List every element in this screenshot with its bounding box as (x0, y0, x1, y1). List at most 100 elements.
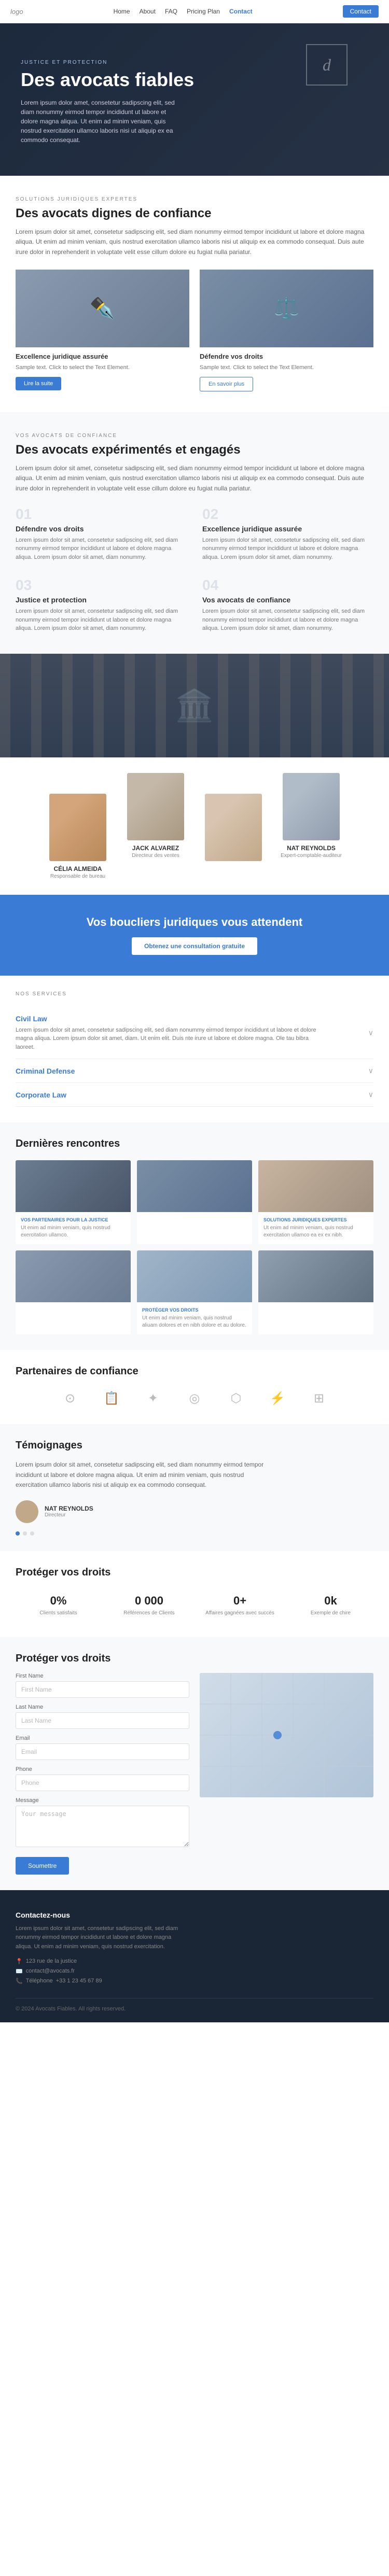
chevron-down-icon-3: ∨ (368, 1090, 373, 1099)
solution-image-1: ✒️ (16, 270, 189, 347)
solution-card-2-btn[interactable]: En savoir plus (200, 377, 253, 391)
services-section: NOS SERVICES Civil Law Lorem ipsum dolor… (0, 976, 389, 1123)
dot-2[interactable] (23, 1531, 27, 1536)
footer-phone-label: Téléphone (26, 1978, 53, 1984)
lawyer-item-title-1: Défendre vos droits (16, 525, 187, 533)
email-input[interactable] (16, 1743, 189, 1760)
testimonial-name: NAT REYNOLDS (45, 1505, 93, 1512)
news-card-3[interactable]: Solutions juridiques expertes Ut enim ad… (258, 1160, 373, 1244)
chevron-down-icon-2: ∨ (368, 1066, 373, 1075)
hero-logo-mark: d (306, 44, 348, 86)
partner-logo-7: ⊞ (303, 1388, 335, 1409)
stat-item-1: 0% Clients satisfaits (16, 1589, 101, 1622)
footer-grid: Contactez-nous Lorem ipsum dolor sit ame… (16, 1911, 373, 1988)
lawyer-item-1: 01 Défendre vos droits Lorem ipsum dolor… (16, 506, 187, 562)
message-input[interactable] (16, 1806, 189, 1847)
team-member-3 (195, 794, 272, 865)
lawyer-item-title-2: Excellence juridique assurée (202, 525, 373, 533)
team-bg-image: 🏛️ (0, 654, 389, 757)
team-member-1: CÉLIA ALMEIDA Responsable de bureau (39, 794, 117, 879)
stat-label-2: Références de Clients (112, 1610, 187, 1616)
footer-col-2 (195, 1911, 276, 1988)
footer-bottom: © 2024 Avocats Fiables. All rights reser… (16, 1998, 373, 2012)
footer-contact-phone: 📞 Téléphone +33 1 23 45 67 89 (16, 1978, 179, 1984)
partner-logo-5: ⬡ (220, 1388, 252, 1409)
lawyer-num-3: 03 (16, 577, 187, 594)
lawyer-item-3: 03 Justice et protection Lorem ipsum dol… (16, 577, 187, 633)
solutions-section: SOLUTIONS JURIDIQUES EXPERTES Des avocat… (0, 176, 389, 412)
testimonial-info: NAT REYNOLDS Directeur (45, 1505, 93, 1518)
first-name-input[interactable] (16, 1681, 189, 1698)
nav-home[interactable]: Home (114, 8, 130, 15)
partner-logo-3: ✦ (137, 1388, 169, 1409)
news-image-6 (258, 1250, 373, 1302)
news-grid: Vos partenaires pour la justice Ut enim … (16, 1160, 373, 1334)
team-member-4: NAT REYNOLDS Expert-comptable-auditeur (272, 773, 350, 858)
dot-3[interactable] (30, 1531, 34, 1536)
testimonial-dots (16, 1531, 373, 1536)
stat-item-4: 0k Exemple de chire (288, 1589, 373, 1622)
service-item-3[interactable]: Corporate Law ∨ (16, 1083, 373, 1107)
member-name-4: NAT REYNOLDS (272, 844, 350, 852)
news-card-2[interactable] (137, 1160, 252, 1244)
testimonial-text: Lorem ipsum dolor sit amet, consetetur s… (16, 1460, 275, 1490)
member-role-2: Directeur des ventes (117, 853, 195, 858)
news-image-5 (137, 1250, 252, 1302)
service-item-content: Civil Law Lorem ipsum dolor sit amet, co… (16, 1015, 316, 1052)
stats-title: Protéger vos droits (16, 1567, 373, 1579)
solution-card-1-title: Excellence juridique assurée (16, 353, 189, 360)
phone-input[interactable] (16, 1775, 189, 1791)
hero-text: Lorem ipsum dolor amet, consetetur sadip… (21, 98, 176, 145)
navbar: logo Home About FAQ Pricing Plan Contact… (0, 0, 389, 23)
lawyer-item-title-4: Vos avocats de confiance (202, 596, 373, 604)
nav-faq[interactable]: FAQ (165, 8, 177, 15)
news-card-6[interactable] (258, 1250, 373, 1334)
service-item-1[interactable]: Civil Law Lorem ipsum dolor sit amet, co… (16, 1007, 373, 1060)
form-group-firstname: First Name (16, 1673, 189, 1698)
map-placeholder (200, 1673, 373, 1797)
service-item-2[interactable]: Criminal Defense ∨ (16, 1059, 373, 1083)
partner-logo-4: ◎ (179, 1388, 210, 1409)
stat-item-3: 0+ Affaires gagnées avec succès (197, 1589, 283, 1622)
last-name-label: Last Name (16, 1704, 189, 1710)
pen-icon: ✒️ (16, 270, 189, 347)
submit-button[interactable]: Soumettre (16, 1857, 69, 1875)
map-inner (200, 1673, 373, 1797)
news-image-1 (16, 1160, 131, 1212)
partners-title: Partenaires de confiance (16, 1366, 373, 1377)
phone-icon: 📞 (16, 1978, 23, 1984)
team-section: CÉLIA ALMEIDA Responsable de bureau JACK… (0, 773, 389, 895)
news-card-4[interactable] (16, 1250, 131, 1334)
member-photo-2 (127, 773, 184, 840)
solution-card-1-btn[interactable]: Lire la suite (16, 377, 61, 390)
testimonials-section: Témoignages Lorem ipsum dolor sit amet, … (0, 1424, 389, 1551)
footer: Contactez-nous Lorem ipsum dolor sit ame… (0, 1890, 389, 2022)
news-card-1[interactable]: Vos partenaires pour la justice Ut enim … (16, 1160, 131, 1244)
solutions-label: SOLUTIONS JURIDIQUES EXPERTES (16, 196, 373, 202)
phone-label: Phone (16, 1766, 189, 1772)
lawyer-item-text-3: Lorem ipsum dolor sit amet, consetetur s… (16, 607, 187, 633)
partner-icon-5: ⬡ (231, 1391, 242, 1406)
lawyer-item-text-1: Lorem ipsum dolor sit amet, consetetur s… (16, 536, 187, 562)
last-name-input[interactable] (16, 1712, 189, 1729)
stat-label-1: Clients satisfaits (21, 1610, 96, 1616)
news-image-2 (137, 1160, 252, 1212)
stats-section: Protéger vos droits 0% Clients satisfait… (0, 1551, 389, 1637)
news-content-1: Vos partenaires pour la justice Ut enim … (16, 1212, 131, 1244)
lawyers-text: Lorem ipsum dolor sit amet, consetetur s… (16, 463, 373, 494)
nav-cta-button[interactable]: Contact (343, 5, 379, 18)
cta-section: Vos boucliers juridiques vous attendent … (0, 895, 389, 976)
stat-value-2: 0 000 (112, 1594, 187, 1608)
nav-pricing[interactable]: Pricing Plan (187, 8, 220, 15)
nav-logo: logo (10, 8, 23, 16)
news-text-5: Ut enim ad minim veniam, quis nostrud al… (142, 1315, 247, 1329)
nav-about[interactable]: About (140, 8, 156, 15)
news-image-3 (258, 1160, 373, 1212)
cta-title: Vos boucliers juridiques vous attendent (16, 916, 373, 929)
hero-title: Des avocats fiables (21, 68, 197, 91)
nav-contact[interactable]: Contact (229, 8, 253, 15)
dot-1[interactable] (16, 1531, 20, 1536)
cta-button[interactable]: Obtenez une consultation gratuite (132, 937, 257, 955)
news-card-5[interactable]: Protéger vos droits Ut enim ad minim ven… (137, 1250, 252, 1334)
service-name-1: Civil Law (16, 1015, 316, 1023)
